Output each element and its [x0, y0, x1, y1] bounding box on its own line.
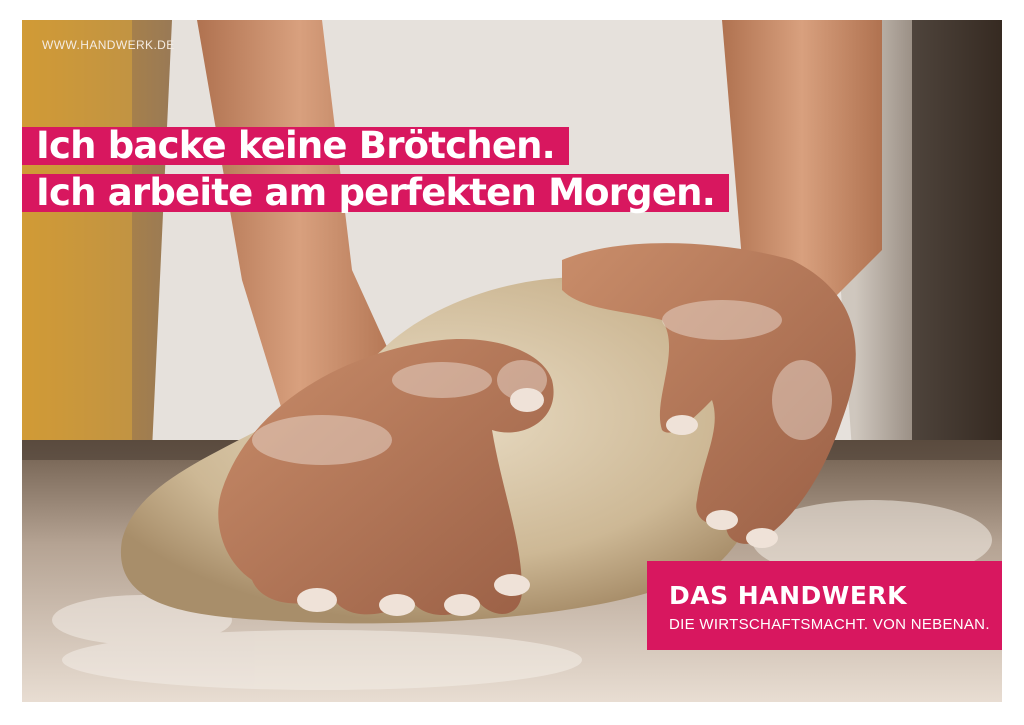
headline-line-2: Ich arbeite am perfekten Morgen.	[22, 174, 729, 212]
brand-tagline: DIE WIRTSCHAFTSMACHT. VON NEBENAN.	[669, 616, 990, 633]
website-url: WWW.HANDWERK.DE	[42, 38, 175, 52]
headline-line-1: Ich backe keine Brötchen.	[22, 127, 569, 165]
brand-logo-box: DAS HANDWERK DIE WIRTSCHAFTSMACHT. VON N…	[647, 561, 1002, 650]
poster: WWW.HANDWERK.DE Ich backe keine Brötchen…	[22, 20, 1002, 702]
brand-name: DAS HANDWERK	[669, 581, 908, 610]
